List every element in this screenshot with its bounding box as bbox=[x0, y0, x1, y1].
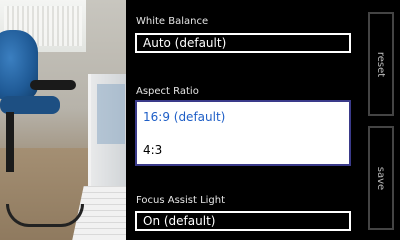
reset-label: reset bbox=[375, 51, 387, 77]
white-balance-label: White Balance bbox=[136, 16, 209, 27]
aspect-ratio-option-16-9[interactable]: 16:9 (default) bbox=[143, 110, 225, 124]
aspect-ratio-option-4-3[interactable]: 4:3 bbox=[143, 143, 162, 157]
focus-assist-value: On (default) bbox=[143, 214, 216, 228]
aspect-ratio-label: Aspect Ratio bbox=[136, 86, 199, 97]
focus-assist-label: Focus Assist Light bbox=[136, 195, 226, 206]
save-label: save bbox=[375, 166, 387, 190]
focus-assist-picker[interactable]: On (default) bbox=[135, 211, 351, 231]
viewfinder-chair-arm bbox=[30, 80, 76, 90]
white-balance-picker[interactable]: Auto (default) bbox=[135, 33, 351, 53]
viewfinder-laptop bbox=[88, 74, 126, 188]
viewfinder-cable bbox=[6, 204, 84, 227]
app-bar: reset save bbox=[362, 0, 400, 240]
save-button[interactable]: save bbox=[368, 126, 394, 230]
viewfinder-chair-base bbox=[6, 112, 14, 172]
white-balance-value: Auto (default) bbox=[143, 36, 227, 50]
settings-panel: White Balance Auto (default) Aspect Rati… bbox=[126, 0, 362, 240]
reset-button[interactable]: reset bbox=[368, 12, 394, 116]
camera-viewfinder bbox=[0, 0, 126, 240]
aspect-ratio-list[interactable]: 16:9 (default) 4:3 bbox=[135, 100, 351, 166]
